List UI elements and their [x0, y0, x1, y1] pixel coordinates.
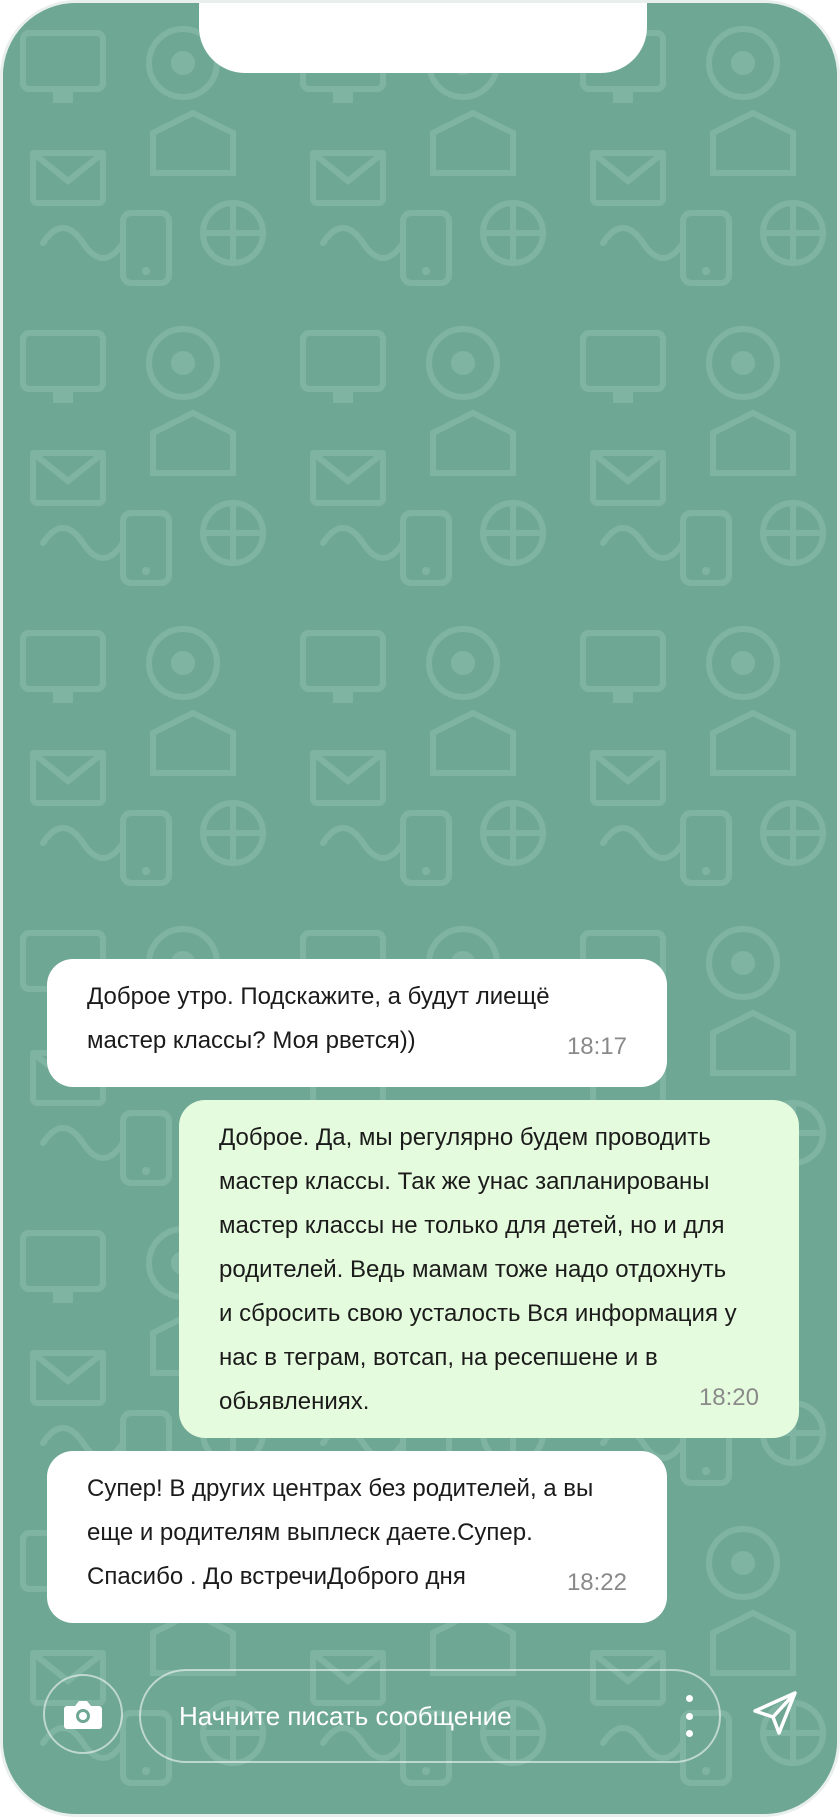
- message-timestamp: 18:17: [566, 1033, 627, 1060]
- message-text: Доброе. Да, мы регулярно будем проводить…: [219, 1124, 737, 1415]
- message-text: Доброе утро. Подскажите, а будут лиещё м…: [87, 983, 550, 1054]
- message-composer: [139, 1669, 721, 1763]
- message-text: Супер! В других центрах без родителей, а…: [87, 1475, 594, 1590]
- message-bubble-incoming[interactable]: Супер! В других центрах без родителей, а…: [47, 1451, 667, 1623]
- message-input[interactable]: [179, 1671, 619, 1761]
- more-vertical-icon[interactable]: [683, 1695, 695, 1737]
- message-timestamp: 18:22: [566, 1569, 627, 1596]
- phone-frame: Доброе утро. Подскажите, а будут лиещё м…: [0, 0, 840, 1817]
- message-timestamp: 18:20: [698, 1384, 759, 1411]
- send-button[interactable]: [747, 1685, 803, 1741]
- send-icon: [753, 1691, 797, 1735]
- message-bubble-outgoing[interactable]: Доброе. Да, мы регулярно будем проводить…: [179, 1100, 799, 1438]
- message-bubble-incoming[interactable]: Доброе утро. Подскажите, а будут лиещё м…: [47, 959, 667, 1087]
- camera-icon: [64, 1701, 102, 1729]
- camera-button[interactable]: [43, 1674, 123, 1754]
- phone-notch: [199, 3, 647, 73]
